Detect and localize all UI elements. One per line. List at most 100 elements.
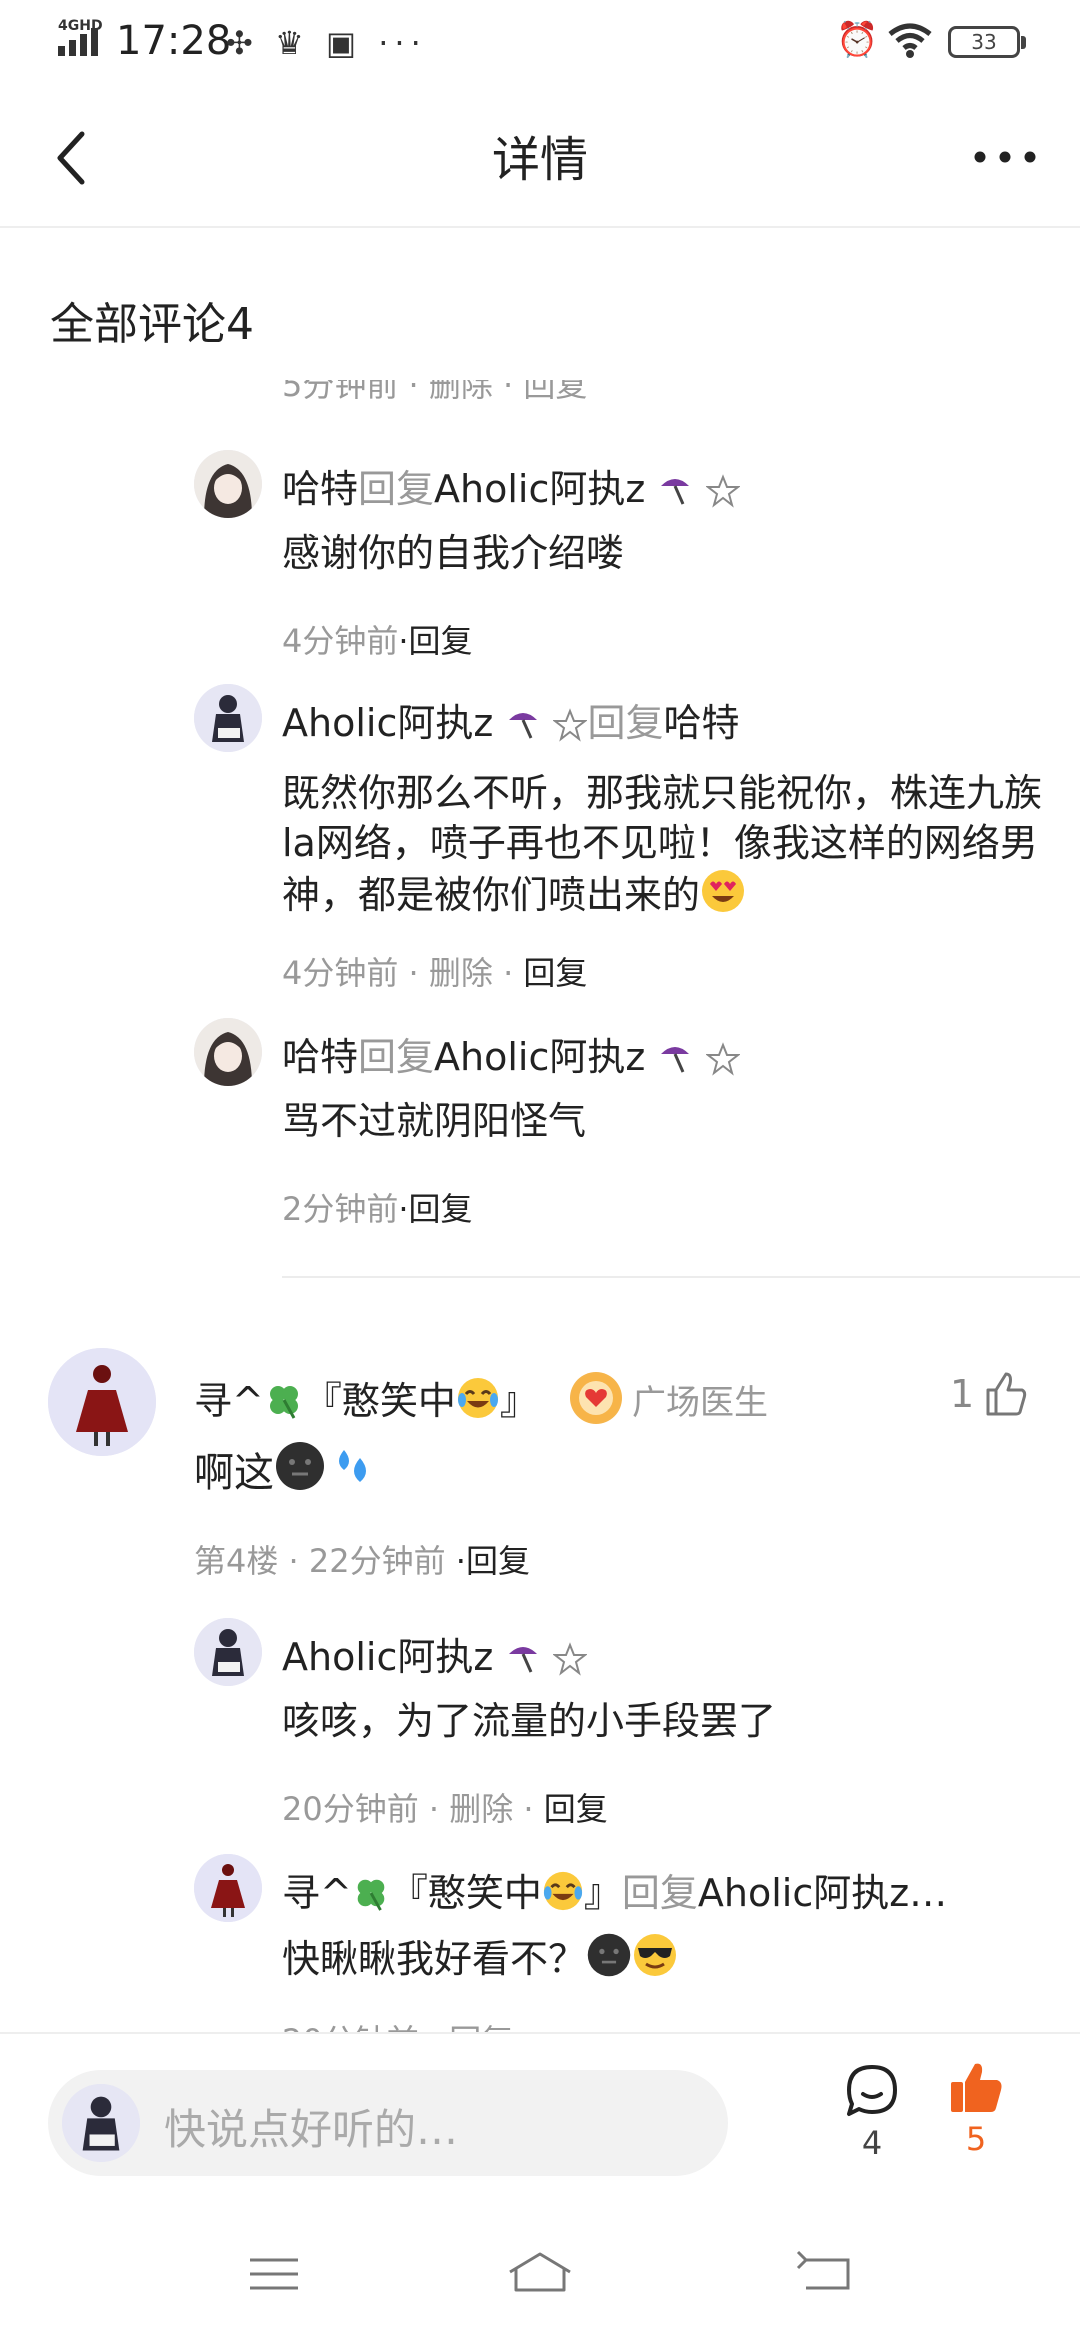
avatar[interactable] (194, 1854, 262, 1922)
delete-separator[interactable]: · 删除 · (398, 954, 523, 992)
back-icon[interactable] (794, 2246, 854, 2302)
wifi-icon (888, 23, 932, 58)
reply-meta: 2分钟前·回复 (282, 1184, 473, 1230)
reply-meta-partial: 5分钟前 · 删除 · 回复 (282, 380, 587, 406)
reply-text-content: 快瞅瞅我好看不？ (282, 1937, 587, 1981)
clover-icon (352, 1874, 390, 1921)
red-dress-avatar-icon (48, 1348, 156, 1456)
avatar[interactable] (194, 1018, 262, 1086)
comment-header: 寻^ 『憨笑中』 广场医生 (194, 1370, 768, 1429)
reply-meta-text: 20分钟前 · 回复 (282, 2022, 513, 2032)
comment-bubble-icon (847, 2065, 897, 2116)
bottom-action-bar: 快说点好听的… 4 5 (0, 2032, 1080, 2214)
reply-header: Aholic阿执z (282, 1626, 589, 1685)
like-count: 1 (950, 1372, 975, 1416)
comment-input-placeholder: 快说点好听的… (164, 2105, 459, 2154)
badge-icon (569, 1372, 622, 1424)
comment-input[interactable]: 快说点好听的… (48, 2070, 728, 2176)
tears-of-joy-emoji-icon (542, 1870, 584, 1921)
like-count-total: 5 (965, 2120, 987, 2158)
reply-author[interactable]: 哈特 (282, 1035, 358, 1079)
tears-of-joy-emoji-icon (456, 1376, 500, 1429)
reply-button[interactable]: 回复 (544, 1790, 608, 1828)
crown-icon: ♛ (274, 24, 310, 62)
girl-avatar-icon (194, 1018, 262, 1086)
comment-author-end[interactable]: 』 (500, 1379, 538, 1423)
reply-word: 回复 (358, 467, 435, 511)
reply-author-suffix[interactable]: 『憨笑中 (390, 1871, 542, 1915)
umbrella-icon (505, 706, 541, 751)
reply-target[interactable]: Aholic阿执z (434, 1035, 645, 1079)
star-outline-icon (704, 473, 741, 517)
reply-author[interactable]: 寻^ (282, 1871, 352, 1915)
floor-number: 第4楼 (194, 1542, 279, 1580)
reply-button[interactable]: 回复 (523, 954, 587, 992)
reply-header: 哈特回复Aholic阿执z (282, 1026, 741, 1085)
play-icon: ▣ (325, 24, 363, 62)
reply-target[interactable]: Aholic阿执z (434, 467, 645, 511)
reply-header: Aholic阿执z 回复哈特 (282, 692, 740, 751)
reply-author[interactable]: 哈特 (282, 467, 358, 511)
reply-time: 4分钟前 (282, 954, 399, 992)
reply-word: 回复 (621, 1871, 698, 1915)
comment-text: 啊这 (194, 1440, 378, 1504)
reply-text-content: 既然你那么不听，那我就只能祝你，株连九族la网络，喷子再也不见啦！像我这样的网络… (282, 771, 1043, 917)
reply-target[interactable]: Aholic阿执z… (698, 1871, 947, 1915)
reply-author[interactable]: Aholic阿执z (282, 1635, 493, 1679)
comment-feed[interactable]: 5分钟前 · 删除 · 回复 哈特回复Aholic阿执z 感谢你的自我介绍喽 4… (0, 380, 1080, 2032)
umbrella-icon (657, 472, 693, 517)
comment-time: · 22分钟前 (278, 1542, 456, 1580)
avatar[interactable] (194, 450, 262, 518)
clover-icon (264, 1380, 304, 1429)
reply-text: 骂不过就阴阳怪气 (282, 1099, 587, 1143)
reply-text: 既然你那么不听，那我就只能祝你，株连九族la网络，喷子再也不见啦！像我这样的网络… (282, 768, 1042, 926)
my-avatar (62, 2084, 140, 2162)
figure-avatar-icon (62, 2084, 140, 2162)
star-outline-icon (704, 1041, 741, 1085)
reply-button[interactable]: ·回复 (456, 1542, 530, 1580)
star-outline-icon (552, 1641, 589, 1685)
status-bar: 4GHD 17:28 ✣ ♛ ▣ ··· ⏰ 33 (0, 0, 1080, 90)
dark-face-emoji-icon (586, 1932, 632, 1990)
umbrella-icon (657, 1040, 693, 1085)
home-icon[interactable] (506, 2246, 574, 2302)
delete-separator[interactable]: · 删除 · (419, 1790, 544, 1828)
signal-icon (58, 28, 98, 56)
reply-author[interactable]: Aholic阿执z (282, 701, 493, 745)
page-title: 详情 (491, 132, 588, 188)
comment-author[interactable]: 寻^ (194, 1379, 264, 1423)
reply-button[interactable]: ·回复 (398, 1190, 472, 1228)
reply-text: 快瞅瞅我好看不？ (282, 1932, 1042, 1990)
comment-count: 4 (861, 2124, 883, 2162)
more-notifications-icon: ··· (378, 24, 427, 62)
avatar[interactable] (194, 684, 262, 752)
badge-label: 广场医生 (631, 1383, 768, 1423)
pinwheel-icon: ✣ (226, 24, 259, 62)
star-outline-icon (552, 707, 589, 751)
comments-button[interactable]: 4 (836, 2062, 908, 2162)
reply-author-end[interactable]: 』 (584, 1871, 622, 1915)
comment-meta: 第4楼 · 22分钟前 ·回复 (194, 1536, 530, 1582)
avatar[interactable] (48, 1348, 156, 1456)
reply-time: 4分钟前 (282, 622, 399, 660)
figure-avatar-icon (194, 684, 262, 752)
menu-icon[interactable] (244, 2246, 304, 2302)
girl-avatar-icon (194, 450, 262, 518)
reply-target[interactable]: 哈特 (664, 701, 740, 745)
like-button[interactable]: 5 (940, 2058, 1012, 2158)
thumb-up-outline-icon[interactable] (982, 1370, 1030, 1418)
comment-text-content: 啊这 (194, 1450, 274, 1496)
status-time: 17:28 (116, 18, 232, 64)
figure-avatar-icon (194, 1618, 262, 1686)
reply-button[interactable]: ·回复 (398, 622, 472, 660)
more-options-icon[interactable] (970, 142, 1040, 172)
reply-meta-text: 5分钟前 · 删除 · 回复 (282, 380, 588, 404)
reply-meta-partial: 20分钟前 · 回复 (282, 2016, 513, 2032)
reply-header: 寻^ 『憨笑中 』回复Aholic阿执z… (282, 1862, 947, 1921)
comment-author-suffix[interactable]: 『憨笑中 (304, 1379, 456, 1423)
reply-word: 回复 (587, 701, 664, 745)
reply-meta: 4分钟前·回复 (282, 616, 473, 662)
avatar[interactable] (194, 1618, 262, 1686)
reply-time: 2分钟前 (282, 1190, 399, 1228)
battery-icon: 33 (948, 26, 1026, 58)
